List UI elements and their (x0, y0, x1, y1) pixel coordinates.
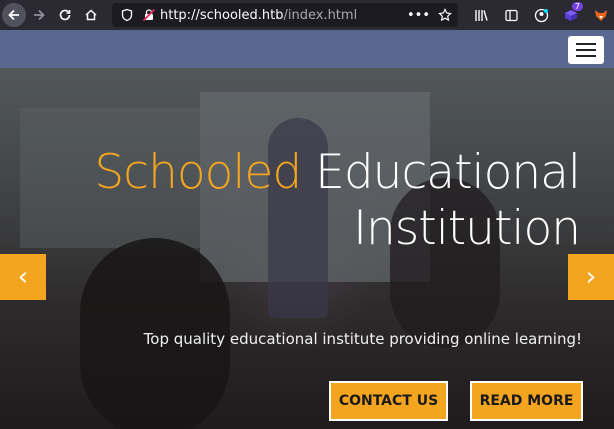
sidebar-icon (504, 9, 518, 21)
chevron-left-icon: ‹ (17, 262, 29, 292)
menu-toggle-button[interactable] (568, 36, 604, 64)
hamburger-line (576, 55, 596, 57)
extension-badge: 7 (571, 2, 583, 11)
star-icon[interactable] (438, 8, 452, 22)
sidebar-button[interactable] (498, 2, 524, 28)
url-text[interactable]: http://schooled.htb/index.html (160, 8, 357, 23)
foxyproxy-button[interactable] (588, 2, 614, 28)
fox-icon (595, 10, 607, 21)
back-arrow-icon (8, 9, 19, 21)
back-button[interactable] (2, 3, 26, 27)
account-icon (534, 8, 548, 22)
extension-button[interactable]: 7 (558, 2, 584, 28)
browser-toolbar: http://schooled.htb/index.html ••• 7 (0, 0, 614, 30)
slider-prev-button[interactable]: ‹ (0, 254, 46, 300)
hero-title: Schooled Educational Institution (94, 145, 581, 257)
library-icon (474, 9, 488, 21)
shield-icon[interactable] (120, 8, 134, 22)
reload-icon (59, 9, 71, 21)
site-navbar (0, 30, 614, 68)
hero-subtitle: Top quality educational institute provid… (143, 330, 582, 348)
hamburger-line (576, 43, 596, 45)
reload-button[interactable] (52, 2, 78, 28)
insecure-lock-icon[interactable] (142, 8, 156, 22)
forward-button[interactable] (26, 2, 52, 28)
forward-arrow-icon (34, 9, 45, 21)
hamburger-line (576, 49, 596, 51)
home-button[interactable] (78, 2, 104, 28)
home-icon (85, 9, 97, 21)
account-button[interactable] (528, 2, 554, 28)
library-button[interactable] (468, 2, 494, 28)
hero-title-accent: Schooled (94, 145, 302, 200)
url-bar[interactable]: http://schooled.htb/index.html ••• (112, 3, 458, 27)
chevron-right-icon: › (585, 262, 597, 292)
read-more-button[interactable]: READ MORE (470, 381, 583, 421)
slider-next-button[interactable]: › (568, 254, 614, 300)
hero-title-line2: Institution (353, 201, 581, 256)
more-dots-icon[interactable]: ••• (407, 8, 430, 23)
hero-title-rest: Educational (315, 145, 581, 200)
contact-us-button[interactable]: CONTACT US (329, 381, 448, 421)
